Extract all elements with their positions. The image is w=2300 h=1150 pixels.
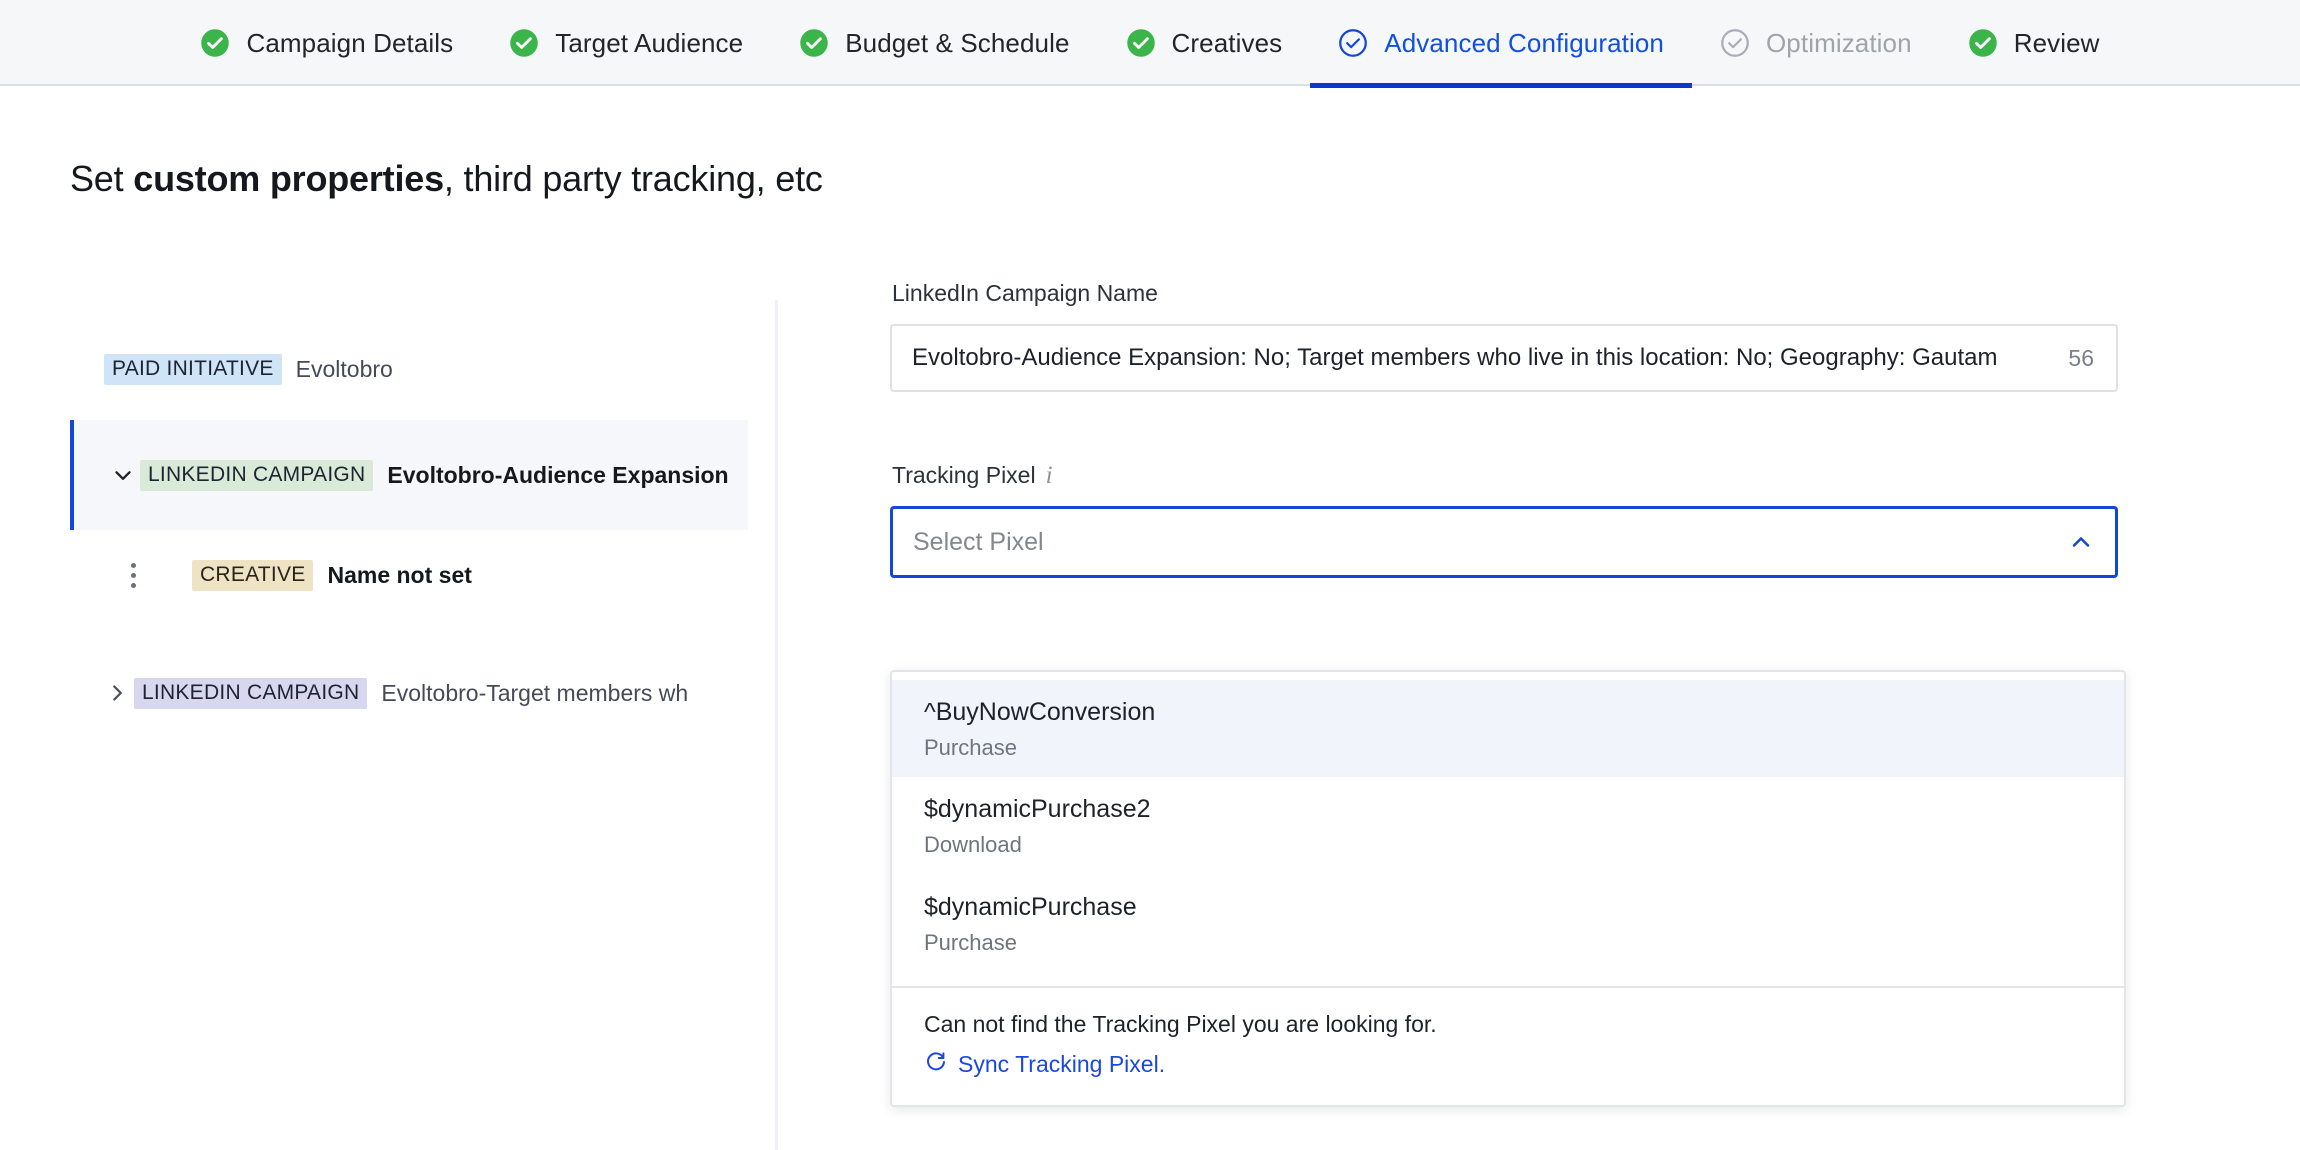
page-title-suffix: , third party tracking, etc bbox=[444, 158, 823, 199]
option-subtitle: Purchase bbox=[924, 735, 2124, 761]
tree-item-linkedin-campaign-collapsed[interactable]: LINKEDIN CAMPAIGN Evoltobro-Target membe… bbox=[100, 676, 688, 710]
sync-refresh-icon bbox=[924, 1050, 948, 1079]
check-circle-filled-icon bbox=[1126, 28, 1156, 58]
field-spacer bbox=[890, 392, 2130, 462]
campaign-name-value[interactable]: Evoltobro-Audience Expansion: No; Target… bbox=[892, 344, 2068, 372]
campaign-name-label: LinkedIn Campaign Name bbox=[892, 280, 2130, 307]
check-circle-filled-icon bbox=[200, 28, 230, 58]
tracking-pixel-dropdown: ^BuyNowConversion Purchase $dynamicPurch… bbox=[890, 670, 2126, 1107]
tracking-pixel-select[interactable]: Select Pixel bbox=[890, 506, 2118, 578]
tree-item-linkedin-campaign-selected[interactable]: LINKEDIN CAMPAIGN Evoltobro-Audience Exp… bbox=[70, 420, 748, 530]
campaign-name-input[interactable]: Evoltobro-Audience Expansion: No; Target… bbox=[890, 324, 2118, 392]
tracking-pixel-option-list: ^BuyNowConversion Purchase $dynamicPurch… bbox=[892, 672, 2124, 986]
tab-label: Advanced Configuration bbox=[1384, 28, 1664, 59]
chevron-down-icon[interactable] bbox=[106, 458, 140, 492]
page-body: PAID INITIATIVE Evoltobro LINKEDIN CAMPA… bbox=[0, 280, 2300, 1150]
check-circle-outline-icon bbox=[1720, 28, 1750, 58]
badge-linkedin-campaign: LINKEDIN CAMPAIGN bbox=[134, 678, 367, 709]
option-title: $dynamicPurchase2 bbox=[924, 793, 2124, 825]
option-subtitle: Purchase bbox=[924, 930, 2124, 956]
tree-item-label: Evoltobro-Target members wh bbox=[381, 680, 688, 707]
tracking-pixel-dropdown-footer: Can not find the Tracking Pixel you are … bbox=[892, 986, 2124, 1105]
tab-label: Campaign Details bbox=[246, 28, 453, 59]
wizard-stepper-bar: Campaign Details Target Audience Budget … bbox=[0, 0, 2300, 86]
tree-item-label: Name not set bbox=[327, 562, 471, 589]
page-title: Set custom properties, third party track… bbox=[70, 158, 823, 200]
dropdown-footer-text: Can not find the Tracking Pixel you are … bbox=[924, 1010, 2124, 1040]
tree-item-label: Evoltobro-Audience Expansion bbox=[387, 462, 728, 489]
page-title-prefix: Set bbox=[70, 158, 133, 199]
info-icon[interactable]: i bbox=[1046, 463, 1053, 488]
check-circle-outline-icon bbox=[1338, 28, 1368, 58]
tab-creatives[interactable]: Creatives bbox=[1098, 0, 1311, 86]
tracking-pixel-option[interactable]: $dynamicPurchase2 Download bbox=[892, 777, 2124, 874]
tracking-pixel-label-text: Tracking Pixel bbox=[892, 462, 1036, 489]
chevron-up-icon[interactable] bbox=[2067, 528, 2115, 556]
badge-creative: CREATIVE bbox=[192, 560, 313, 591]
chevron-right-icon[interactable] bbox=[100, 676, 134, 710]
sync-tracking-pixel-action[interactable]: Sync Tracking Pixel. bbox=[924, 1050, 2124, 1079]
tracking-pixel-option[interactable]: $dynamicPurchase Purchase bbox=[892, 875, 2124, 972]
tab-label: Target Audience bbox=[555, 28, 743, 59]
check-circle-filled-icon bbox=[1968, 28, 1998, 58]
tab-campaign-details[interactable]: Campaign Details bbox=[172, 0, 481, 86]
tab-target-audience[interactable]: Target Audience bbox=[481, 0, 771, 86]
wizard-tabs: Campaign Details Target Audience Budget … bbox=[172, 0, 2127, 86]
check-circle-filled-icon bbox=[799, 28, 829, 58]
tracking-pixel-label: Tracking Pixel i bbox=[892, 462, 2130, 489]
tree-item-creative[interactable]: CREATIVE Name not set bbox=[118, 558, 472, 592]
tab-advanced-configuration[interactable]: Advanced Configuration bbox=[1310, 0, 1692, 86]
campaign-name-label-text: LinkedIn Campaign Name bbox=[892, 280, 1158, 307]
tab-label: Review bbox=[2014, 28, 2100, 59]
tab-label: Creatives bbox=[1172, 28, 1283, 59]
tree-item-paid-initiative[interactable]: PAID INITIATIVE Evoltobro bbox=[104, 354, 393, 385]
option-subtitle: Download bbox=[924, 832, 2124, 858]
campaign-name-char-count: 56 bbox=[2068, 345, 2116, 372]
tracking-pixel-option[interactable]: ^BuyNowConversion Purchase bbox=[892, 680, 2124, 777]
tab-optimization[interactable]: Optimization bbox=[1692, 0, 1940, 86]
badge-linkedin-campaign: LINKEDIN CAMPAIGN bbox=[140, 460, 373, 491]
tree-item-label: Evoltobro bbox=[296, 356, 393, 383]
tracking-pixel-placeholder: Select Pixel bbox=[893, 528, 2067, 557]
kebab-menu-icon[interactable] bbox=[118, 558, 148, 592]
sync-tracking-pixel-link[interactable]: Sync Tracking Pixel. bbox=[958, 1051, 1165, 1078]
badge-paid-initiative: PAID INITIATIVE bbox=[104, 354, 282, 385]
page-title-emphasis: custom properties bbox=[133, 158, 444, 199]
option-title: $dynamicPurchase bbox=[924, 891, 2124, 923]
option-title: ^BuyNowConversion bbox=[924, 696, 2124, 728]
check-circle-filled-icon bbox=[509, 28, 539, 58]
panel-divider bbox=[775, 300, 778, 1150]
tab-label: Optimization bbox=[1766, 28, 1912, 59]
tab-review[interactable]: Review bbox=[1940, 0, 2128, 86]
advanced-configuration-form: LinkedIn Campaign Name Evoltobro-Audienc… bbox=[890, 280, 2130, 578]
tab-budget-schedule[interactable]: Budget & Schedule bbox=[771, 0, 1097, 86]
tab-label: Budget & Schedule bbox=[845, 28, 1069, 59]
